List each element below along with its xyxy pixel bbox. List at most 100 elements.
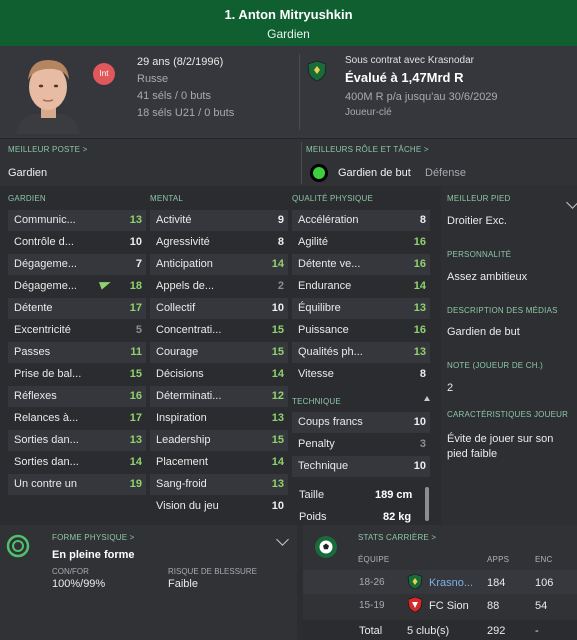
attribute-name: Excentricité [14, 324, 71, 336]
attribute-name: Puissance [298, 324, 349, 336]
career-years: 18-26 [359, 577, 385, 588]
attribute-value: 15 [271, 434, 284, 446]
attribute-row[interactable]: Collectif 10 [150, 298, 288, 319]
attribute-row[interactable]: Concentrati... 15 [150, 320, 288, 341]
attribute-row[interactable]: Sorties dan... 13 [8, 430, 146, 451]
attribute-value: 11 [130, 346, 142, 358]
attribute-row[interactable]: Dégageme... 7 [8, 254, 146, 275]
attribute-name: Détente ve... [298, 258, 361, 270]
career-club[interactable]: FC Sion [429, 600, 469, 612]
attribute-name: Sang-froid [156, 478, 207, 490]
attribute-name: Dégageme... [14, 280, 77, 292]
attribute-row[interactable]: Détente 17 [8, 298, 146, 319]
attribute-row[interactable]: Décisions 14 [150, 364, 288, 385]
attribute-row[interactable]: Excentricité 5 [8, 320, 146, 341]
attribute-row[interactable]: Inspiration 13 [150, 408, 288, 429]
attribute-row[interactable]: Contrôle d... 10 [8, 232, 146, 253]
attribute-value: 15 [129, 368, 142, 380]
attribute-row[interactable]: Puissance 16 [292, 320, 430, 341]
traits-title: CARACTÉRISTIQUES JOUEUR [447, 410, 569, 419]
club-crest-icon[interactable] [307, 60, 327, 82]
fitness-ring-icon [6, 534, 30, 558]
attribute-row[interactable]: Courage 15 [150, 342, 288, 363]
attribute-name: Sorties dan... [14, 434, 79, 446]
attribute-name: Accélération [298, 214, 359, 226]
attribute-name: Appels de... [156, 280, 215, 292]
attribute-row[interactable]: Sang-froid 13 [150, 474, 288, 495]
best-position-title[interactable]: MEILLEUR POSTE > [8, 145, 87, 154]
technical-title: TECHNIQUE [292, 397, 341, 406]
weight-value: 82 kg [383, 511, 412, 523]
attribute-name: Anticipation [156, 258, 213, 270]
role-indicator [310, 164, 328, 182]
attribute-row[interactable]: Communic... 13 [8, 210, 146, 231]
attribute-row[interactable]: Un contre un 19 [8, 474, 146, 495]
form-panel [0, 525, 297, 640]
player-header: 1. Anton Mitryushkin Gardien [0, 0, 577, 46]
best-foot-value: Droitier Exc. [447, 215, 507, 227]
attribute-name: Concentrati... [156, 324, 222, 336]
attribute-row[interactable]: Vitesse 8 [292, 364, 430, 385]
player-value: Évalué à 1,47Mrd R [345, 70, 464, 85]
attribute-row[interactable]: Placement 14 [150, 452, 288, 473]
attribute-row[interactable]: Détente ve... 16 [292, 254, 430, 275]
collapse-icon[interactable] [424, 396, 430, 401]
career-header-enc: ENC [535, 555, 553, 564]
attribute-value: 17 [129, 412, 142, 424]
attribute-name: Penalty [298, 438, 335, 450]
attribute-row[interactable]: Prise de bal... 15 [8, 364, 146, 385]
attribute-row[interactable]: Dégageme... 18 [8, 276, 146, 297]
contract-status[interactable]: Sous contrat avec Krasnodar [345, 55, 474, 66]
attribute-value: 16 [413, 324, 426, 336]
best-foot-title: MEILLEUR PIED [447, 194, 511, 203]
attribute-name: Relances à... [14, 412, 79, 424]
attribute-value: 16 [129, 390, 142, 402]
attribute-row[interactable]: Sorties dan... 14 [8, 452, 146, 473]
goalkeeper-title: GARDIEN [8, 194, 46, 203]
attribute-name: Contrôle d... [14, 236, 74, 248]
attribute-value: 10 [413, 416, 426, 428]
attribute-value: 19 [129, 478, 142, 490]
attribute-name: Endurance [298, 280, 352, 292]
attribute-row[interactable]: Appels de... 2 [150, 276, 288, 297]
player-u21-caps: 18 séls U21 / 0 buts [137, 107, 235, 119]
attribute-row[interactable]: Passes 11 [8, 342, 146, 363]
club-crest-icon [407, 573, 423, 590]
attribute-row[interactable]: Activité 9 [150, 210, 288, 231]
attribute-row[interactable]: Réflexes 16 [8, 386, 146, 407]
career-header-apps: APPS [487, 555, 510, 564]
attribute-row[interactable]: Équilibre 13 [292, 298, 430, 319]
career-total-goals: - [535, 625, 539, 637]
best-role-title[interactable]: MEILLEURS RÔLE ET TÂCHE > [306, 145, 429, 154]
attribute-name: Vision du jeu [156, 500, 219, 512]
attribute-value: 13 [413, 346, 426, 358]
attribute-row[interactable]: Leadership 15 [150, 430, 288, 451]
attribute-value: 13 [271, 478, 284, 490]
attribute-row[interactable]: Endurance 14 [292, 276, 430, 297]
attribute-row[interactable]: Agressivité 8 [150, 232, 288, 253]
attribute-row[interactable]: Coups francs 10 [292, 412, 430, 433]
player-position: Gardien [267, 27, 310, 41]
attribute-row[interactable]: Anticipation 14 [150, 254, 288, 275]
attribute-row[interactable]: Penalty 3 [292, 434, 430, 455]
attribute-row[interactable]: Accélération 8 [292, 210, 430, 231]
career-club-link[interactable]: Krasno... [429, 577, 473, 589]
career-total-label: Total [359, 625, 383, 637]
attribute-row[interactable]: Technique 10 [292, 456, 430, 477]
attribute-row[interactable]: Qualités ph... 13 [292, 342, 430, 363]
attribute-trend-icon [98, 278, 113, 290]
attribute-value: 13 [129, 214, 142, 226]
rating-value: 2 [447, 382, 454, 394]
attribute-row[interactable]: Vision du jeu 10 [150, 496, 288, 517]
divider [299, 54, 300, 130]
career-title[interactable]: STATS CARRIÈRE > [358, 533, 436, 542]
attribute-value: 8 [419, 214, 426, 226]
attribute-name: Prise de bal... [14, 368, 82, 380]
player-age: 29 ans (8/2/1996) [137, 56, 224, 68]
attribute-row[interactable]: Relances à... 17 [8, 408, 146, 429]
attribute-row[interactable]: Déterminati... 12 [150, 386, 288, 407]
attribute-row[interactable]: Agilité 16 [292, 232, 430, 253]
form-title[interactable]: FORME PHYSIQUE > [52, 533, 135, 542]
attribute-name: Équilibre [298, 302, 341, 314]
scrollbar[interactable] [425, 487, 429, 521]
